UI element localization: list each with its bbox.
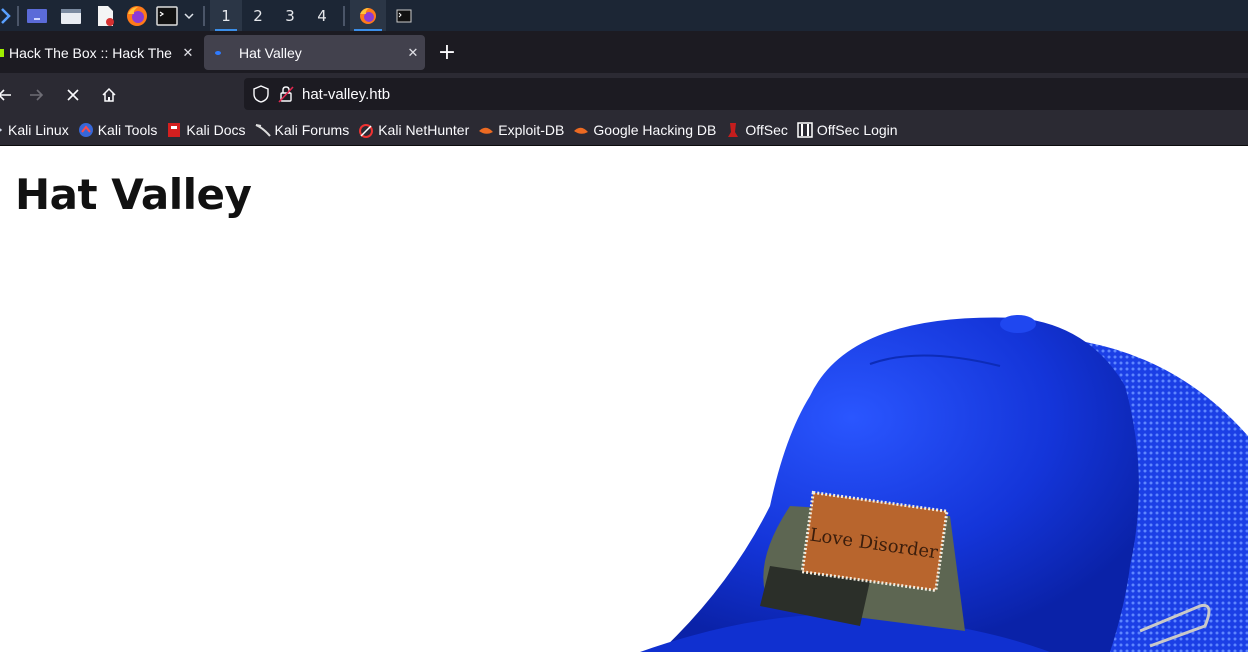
task-terminal[interactable] [386,0,422,31]
home-button[interactable] [95,81,123,109]
htb-favicon-icon [0,48,4,57]
bookmark-label: OffSec Login [816,122,898,138]
kali-docs-icon [166,122,182,138]
workspace-label: 4 [317,6,327,25]
close-tab-icon[interactable]: ✕ [401,45,425,61]
chevron-down-icon[interactable] [180,0,198,31]
bookmark-label: Exploit-DB [498,122,565,138]
ghdb-icon [573,122,589,138]
kali-tools-icon [78,122,94,138]
home-icon [102,87,116,102]
bookmark-label: Kali Forums [274,122,350,138]
desktop-panel: 1 2 3 4 [0,0,1248,31]
bookmark-label: Kali Linux [8,122,69,138]
hat-valley-favicon-icon [215,50,221,55]
offsec-login-icon [797,122,813,138]
bookmarks-toolbar: Kali Linux Kali Tools Kali Docs Kali For… [0,115,1248,146]
insecure-lock-icon[interactable] [278,85,294,103]
exploit-db-icon [478,122,494,138]
bookmark-label: Google Hacking DB [593,122,717,138]
panel-separator [343,5,345,26]
kali-icon [0,122,4,138]
kali-menu-icon[interactable] [0,0,12,31]
workspace-1[interactable]: 1 [210,0,242,31]
tab-title: Hack The Box :: Hack The Box [9,44,176,61]
offsec-icon [725,122,741,138]
stop-icon [67,89,79,101]
bookmark-kali-nethunter[interactable]: Kali NetHunter [358,122,469,138]
file-manager-icon[interactable] [58,0,84,31]
forward-button[interactable] [23,81,51,109]
bookmark-label: OffSec [745,122,788,138]
workspace-4[interactable]: 4 [306,0,338,31]
bookmark-kali-docs[interactable]: Kali Docs [166,122,246,138]
url-bar[interactable]: hat-valley.htb [244,78,1248,110]
bookmark-kali-tools[interactable]: Kali Tools [78,122,158,138]
bookmark-exploit-db[interactable]: Exploit-DB [478,122,564,138]
back-arrow-icon [0,89,11,101]
tab-title: Hat Valley [239,44,302,61]
back-button[interactable] [0,81,18,109]
bookmark-offsec[interactable]: OffSec [725,122,788,138]
url-text[interactable]: hat-valley.htb [302,86,390,103]
firefox-icon[interactable] [124,0,150,31]
forward-arrow-icon [30,89,44,101]
bookmark-google-hacking-db[interactable]: Google Hacking DB [573,122,716,138]
bookmark-label: Kali Docs [186,122,246,138]
stop-loading-button[interactable] [59,81,87,109]
new-tab-button[interactable]: + [434,41,460,67]
bookmark-label: Kali NetHunter [378,122,470,138]
page-heading: Hat Valley [15,170,252,219]
bookmark-offsec-login[interactable]: OffSec Login [797,122,898,138]
text-editor-icon[interactable] [92,0,118,31]
close-tab-icon[interactable]: ✕ [176,45,200,61]
hat-product-image: Love Disorder [620,306,1248,652]
bookmark-label: Kali Tools [97,122,158,138]
panel-separator [203,5,205,26]
page-viewport: Hat Valley Love Disorder [0,146,1248,652]
tab-strip: Hack The Box :: Hack The Box ✕ Hat Valle… [0,31,1248,73]
panel-separator [17,5,19,26]
terminal-icon [396,9,412,22]
workspace-2[interactable]: 2 [242,0,274,31]
bookmark-kali-linux[interactable]: Kali Linux [0,122,69,138]
firefox-icon [360,7,376,24]
desktop-icon[interactable] [24,0,50,31]
tab-hackthebox[interactable]: Hack The Box :: Hack The Box ✕ [0,35,200,70]
workspace-label: 2 [253,6,263,25]
kali-forums-icon [255,122,271,138]
nethunter-icon [358,122,374,138]
task-firefox[interactable] [350,0,386,31]
terminal-icon[interactable] [154,0,180,31]
shield-icon[interactable] [252,85,270,103]
workspace-3[interactable]: 3 [274,0,306,31]
workspace-label: 3 [285,6,295,25]
navigation-toolbar: hat-valley.htb [0,73,1248,115]
workspace-label: 1 [221,6,231,25]
tab-hat-valley[interactable]: Hat Valley ✕ [204,35,425,70]
bookmark-kali-forums[interactable]: Kali Forums [255,122,350,138]
